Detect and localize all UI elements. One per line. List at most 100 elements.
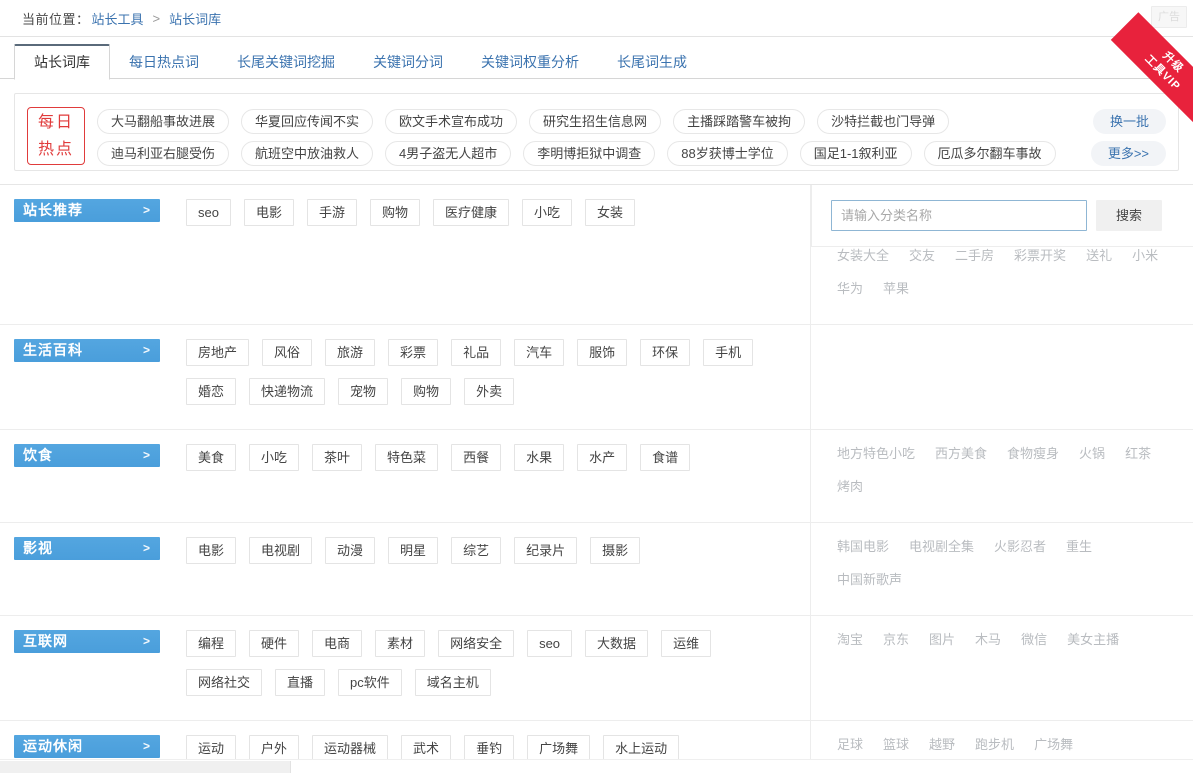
category-sublink[interactable]: 韩国电影 — [837, 539, 889, 555]
category-tag[interactable]: 摄影 — [590, 537, 640, 564]
category-tag[interactable]: 素材 — [375, 630, 425, 657]
category-tag[interactable]: 茶叶 — [312, 444, 362, 471]
category-tag[interactable]: 手机 — [703, 339, 753, 366]
category-tag[interactable]: 风俗 — [262, 339, 312, 366]
category-sublink[interactable]: 食物瘦身 — [1007, 446, 1059, 462]
hot-keyword-2-6[interactable]: 厄瓜多尔翻车事故 — [924, 141, 1056, 166]
category-tag[interactable]: 电影 — [186, 537, 236, 564]
category-tag[interactable]: 直播 — [275, 669, 325, 696]
category-title-3[interactable]: 影视> — [14, 537, 160, 560]
category-tag[interactable]: 环保 — [640, 339, 690, 366]
category-tag[interactable]: 旅游 — [325, 339, 375, 366]
category-sublink[interactable]: 淘宝 — [837, 632, 863, 648]
category-tag[interactable]: seo — [186, 199, 231, 226]
category-sublink[interactable]: 火影忍者 — [994, 539, 1046, 555]
category-tag[interactable]: 购物 — [401, 378, 451, 405]
tab-5[interactable]: 长尾词生成 — [598, 45, 706, 79]
category-tag[interactable]: 运动 — [186, 735, 236, 762]
hot-keyword-2-2[interactable]: 4男子盗无人超市 — [385, 141, 511, 166]
hot-keyword-1-4[interactable]: 主播踩踏警车被拘 — [673, 109, 805, 134]
category-sublink[interactable]: 女装大全 — [837, 248, 889, 264]
category-tag[interactable]: 大数据 — [585, 630, 648, 657]
category-tag[interactable]: 外卖 — [464, 378, 514, 405]
breadcrumb-link-1[interactable]: 站长词库 — [169, 9, 221, 28]
hot-keyword-1-2[interactable]: 欧文手术宣布成功 — [385, 109, 517, 134]
tab-0[interactable]: 站长词库 — [14, 44, 110, 80]
category-tag[interactable]: 特色菜 — [375, 444, 438, 471]
category-tag[interactable]: 明星 — [388, 537, 438, 564]
tab-2[interactable]: 长尾关键词挖掘 — [218, 45, 354, 79]
tab-1[interactable]: 每日热点词 — [110, 45, 218, 79]
category-tag[interactable]: 小吃 — [249, 444, 299, 471]
category-tag[interactable]: 网络社交 — [186, 669, 262, 696]
breadcrumb-link-0[interactable]: 站长工具 — [92, 9, 144, 28]
category-title-5[interactable]: 运动休闲> — [14, 735, 160, 758]
category-sublink[interactable]: 广场舞 — [1034, 737, 1073, 753]
category-tag[interactable]: 西餐 — [451, 444, 501, 471]
category-tag[interactable]: 汽车 — [514, 339, 564, 366]
hot-keyword-1-5[interactable]: 沙特拦截也门导弹 — [817, 109, 949, 134]
category-tag[interactable]: 硬件 — [249, 630, 299, 657]
category-sublink[interactable]: 京东 — [883, 632, 909, 648]
category-tag[interactable]: 运维 — [661, 630, 711, 657]
category-sublink[interactable]: 火锅 — [1079, 446, 1105, 462]
category-sublink[interactable]: 中国新歌声 — [837, 572, 902, 588]
category-tag[interactable]: 网络安全 — [438, 630, 514, 657]
category-tag[interactable]: 垂钓 — [464, 735, 514, 762]
category-tag[interactable]: 购物 — [370, 199, 420, 226]
hot-keyword-2-0[interactable]: 迪马利亚右腿受伤 — [97, 141, 229, 166]
category-title-2[interactable]: 饮食> — [14, 444, 160, 467]
category-tag[interactable]: 医疗健康 — [433, 199, 509, 226]
horizontal-scrollbar-track[interactable] — [0, 759, 1193, 773]
category-sublink[interactable]: 木马 — [975, 632, 1001, 648]
tab-3[interactable]: 关键词分词 — [354, 45, 462, 79]
hot-keyword-1-0[interactable]: 大马翻船事故进展 — [97, 109, 229, 134]
category-sublink[interactable]: 烤肉 — [837, 479, 863, 495]
category-tag[interactable]: 美食 — [186, 444, 236, 471]
hot-keyword-1-3[interactable]: 研究生招生信息网 — [529, 109, 661, 134]
category-tag[interactable]: 户外 — [249, 735, 299, 762]
category-sublink[interactable]: 地方特色小吃 — [837, 446, 915, 462]
category-tag[interactable]: 综艺 — [451, 537, 501, 564]
category-sublink[interactable]: 越野 — [929, 737, 955, 753]
category-sublink[interactable]: 红茶 — [1125, 446, 1151, 462]
category-tag[interactable]: 动漫 — [325, 537, 375, 564]
category-tag[interactable]: 手游 — [307, 199, 357, 226]
category-sublink[interactable]: 美女主播 — [1067, 632, 1119, 648]
category-tag[interactable]: pc软件 — [338, 669, 402, 696]
category-sublink[interactable]: 足球 — [837, 737, 863, 753]
category-sublink[interactable]: 电视剧全集 — [909, 539, 974, 555]
category-tag[interactable]: 电影 — [244, 199, 294, 226]
category-tag[interactable]: 礼品 — [451, 339, 501, 366]
category-tag[interactable]: 女装 — [585, 199, 635, 226]
category-tag[interactable]: 服饰 — [577, 339, 627, 366]
category-tag[interactable]: 房地产 — [186, 339, 249, 366]
category-sublink[interactable]: 重生 — [1066, 539, 1092, 555]
category-tag[interactable]: 水上运动 — [603, 735, 679, 762]
category-tag[interactable]: 纪录片 — [514, 537, 577, 564]
hot-keyword-2-1[interactable]: 航班空中放油救人 — [241, 141, 373, 166]
category-sublink[interactable]: 送礼 — [1086, 248, 1112, 264]
category-tag[interactable]: 水果 — [514, 444, 564, 471]
category-tag[interactable]: 食谱 — [640, 444, 690, 471]
category-tag[interactable]: 小吃 — [522, 199, 572, 226]
category-sublink[interactable]: 华为 — [837, 281, 863, 297]
refresh-hot-button[interactable]: 换一批 — [1093, 109, 1166, 134]
category-tag[interactable]: 运动器械 — [312, 735, 388, 762]
category-sublink[interactable]: 跑步机 — [975, 737, 1014, 753]
category-title-1[interactable]: 生活百科> — [14, 339, 160, 362]
category-sublink[interactable]: 彩票开奖 — [1014, 248, 1066, 264]
category-tag[interactable]: 电视剧 — [249, 537, 312, 564]
category-tag[interactable]: 武术 — [401, 735, 451, 762]
category-tag[interactable]: 域名主机 — [415, 669, 491, 696]
category-title-0[interactable]: 站长推荐> — [14, 199, 160, 222]
category-sublink[interactable]: 篮球 — [883, 737, 909, 753]
category-sublink[interactable]: 小米 — [1132, 248, 1158, 264]
horizontal-scrollbar-thumb[interactable] — [0, 761, 291, 773]
hot-keyword-2-5[interactable]: 国足1-1叙利亚 — [800, 141, 912, 166]
category-tag[interactable]: 电商 — [312, 630, 362, 657]
hot-keyword-2-4[interactable]: 88岁获博士学位 — [667, 141, 787, 166]
category-sublink[interactable]: 微信 — [1021, 632, 1047, 648]
hot-keyword-2-3[interactable]: 李明博拒狱中调查 — [523, 141, 655, 166]
category-tag[interactable]: 婚恋 — [186, 378, 236, 405]
